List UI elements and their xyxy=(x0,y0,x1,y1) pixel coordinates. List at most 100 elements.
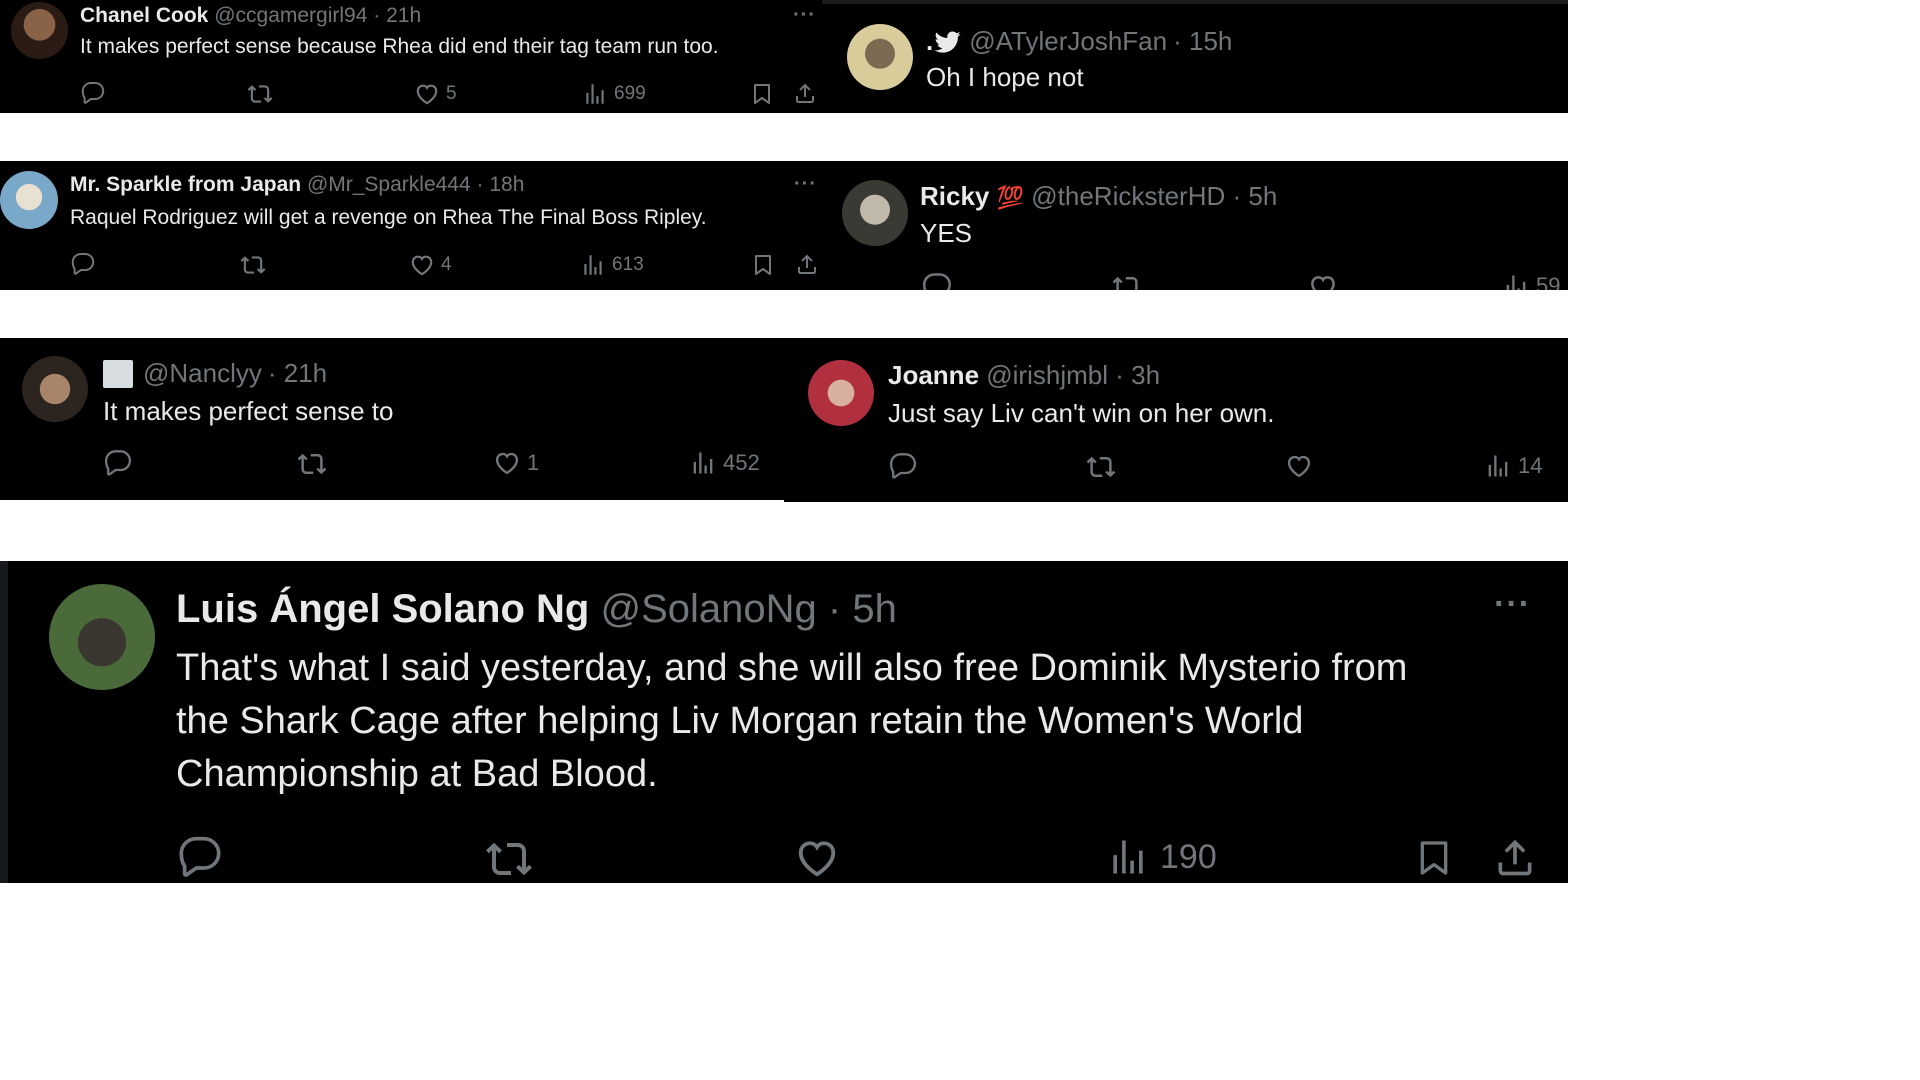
share-button[interactable] xyxy=(1493,835,1537,879)
share-button[interactable] xyxy=(793,81,817,105)
views-button[interactable]: 613 xyxy=(580,252,644,278)
timestamp[interactable]: · 18h xyxy=(477,173,525,196)
reply-button[interactable] xyxy=(889,452,917,480)
avatar[interactable] xyxy=(49,584,155,690)
reply-button[interactable] xyxy=(922,272,952,290)
timestamp[interactable]: · 21h xyxy=(373,4,421,27)
share-icon xyxy=(1493,835,1537,879)
bookmark-icon xyxy=(1414,835,1454,881)
tweet-card-nanclyy: @Nanclyy · 21h It makes perfect sense to… xyxy=(0,338,784,500)
views-button[interactable]: 14 xyxy=(1484,452,1542,480)
like-button[interactable] xyxy=(1308,272,1338,290)
like-button[interactable]: 5 xyxy=(414,81,457,107)
more-icon[interactable]: ··· xyxy=(793,4,816,27)
avatar[interactable] xyxy=(11,2,68,59)
view-count: 59 xyxy=(1536,273,1561,290)
author-handle[interactable]: @Nanclyy xyxy=(143,358,262,389)
author-name[interactable]: Ricky xyxy=(920,181,989,211)
author-name[interactable]: Chanel Cook xyxy=(80,4,208,27)
tweet-card-solanong: Luis Ángel Solano Ng @SolanoNg · 5h ··· … xyxy=(0,561,1568,883)
author-handle[interactable]: @irishjmbl xyxy=(986,360,1108,390)
bookmark-button[interactable] xyxy=(750,81,774,107)
author-name[interactable]: Mr. Sparkle from Japan xyxy=(70,173,301,196)
like-icon xyxy=(794,835,840,881)
avatar[interactable] xyxy=(847,24,913,90)
author-handle[interactable]: @SolanoNg xyxy=(600,587,816,631)
tweet-text-line-3: Championship at Bad Blood. xyxy=(176,753,658,795)
reply-button[interactable] xyxy=(81,81,105,105)
views-button[interactable]: 190 xyxy=(1106,835,1217,879)
retweet-button[interactable] xyxy=(485,835,533,883)
author-handle[interactable]: @ATylerJoshFan xyxy=(969,26,1167,57)
like-button[interactable]: 4 xyxy=(409,252,452,278)
retweet-button[interactable] xyxy=(1086,452,1116,482)
views-button[interactable]: 452 xyxy=(689,449,760,477)
timestamp[interactable]: · 15h xyxy=(1173,26,1232,57)
author-handle[interactable]: @theRicksterHD xyxy=(1031,181,1225,211)
bookmark-icon xyxy=(751,252,775,278)
timestamp[interactable]: · 5h xyxy=(1232,181,1277,211)
retweet-icon xyxy=(1112,272,1142,290)
author-handle[interactable]: @Mr_Sparkle444 xyxy=(307,173,471,196)
view-count: 190 xyxy=(1160,837,1217,876)
tweet-text-line-2: the Shark Cage after helping Liv Morgan … xyxy=(176,700,1304,742)
view-count: 452 xyxy=(723,450,760,475)
retweet-icon xyxy=(240,252,266,278)
views-icon xyxy=(1106,835,1150,879)
view-count: 14 xyxy=(1518,453,1543,478)
timestamp[interactable]: · 3h xyxy=(1115,360,1160,390)
like-count: 4 xyxy=(441,254,452,275)
avatar[interactable] xyxy=(22,356,88,422)
like-icon xyxy=(1285,452,1313,480)
share-button[interactable] xyxy=(795,252,819,276)
views-button[interactable]: 59 xyxy=(1502,272,1560,290)
reply-icon xyxy=(178,835,222,879)
like-button[interactable]: 1 xyxy=(493,449,539,477)
retweet-button[interactable] xyxy=(240,252,266,278)
timestamp[interactable]: · 21h xyxy=(268,358,327,389)
avatar[interactable] xyxy=(0,171,58,229)
like-count: 1 xyxy=(527,450,540,475)
timestamp[interactable]: · 5h xyxy=(828,587,897,631)
more-icon[interactable]: ··· xyxy=(1494,585,1531,624)
reply-button[interactable] xyxy=(104,449,132,477)
tweet-card-ricky: Ricky 💯 @theRicksterHD · 5h YES 59 xyxy=(822,161,1568,290)
tweet-text: YES xyxy=(920,218,973,248)
author-name[interactable]: Luis Ángel Solano Ng xyxy=(176,587,589,631)
more-icon[interactable]: ··· xyxy=(794,173,817,196)
reply-button[interactable] xyxy=(178,835,222,879)
view-count: 699 xyxy=(614,83,646,104)
reply-icon xyxy=(889,452,917,480)
retweet-button[interactable] xyxy=(1112,272,1142,290)
retweet-button[interactable] xyxy=(297,449,327,479)
like-button[interactable] xyxy=(794,835,840,881)
views-icon xyxy=(689,449,717,477)
reply-icon xyxy=(104,449,132,477)
like-icon xyxy=(409,252,435,278)
like-icon xyxy=(414,81,440,107)
like-button[interactable] xyxy=(1285,452,1313,480)
bookmark-button[interactable] xyxy=(751,252,775,278)
tweet-text-line-1: That's what I said yesterday, and she wi… xyxy=(176,647,1408,689)
reply-button[interactable] xyxy=(71,252,95,276)
hundred-emoji: 💯 xyxy=(996,185,1025,210)
view-count: 613 xyxy=(612,254,644,275)
share-icon xyxy=(793,81,817,105)
author-name[interactable]: Joanne xyxy=(888,360,979,390)
reply-icon xyxy=(922,272,952,290)
views-button[interactable]: 699 xyxy=(582,81,646,107)
like-icon xyxy=(1308,272,1338,290)
like-count: 5 xyxy=(446,83,457,104)
tweet-card-joanne: Joanne @irishjmbl · 3h Just say Liv can'… xyxy=(784,338,1568,502)
share-icon xyxy=(795,252,819,276)
tweet-text: Just say Liv can't win on her own. xyxy=(888,398,1275,428)
avatar[interactable] xyxy=(808,360,874,426)
avatar[interactable] xyxy=(842,180,908,246)
views-icon xyxy=(1502,272,1530,290)
author-name[interactable]: . xyxy=(926,26,933,57)
retweet-button[interactable] xyxy=(247,81,273,107)
retweet-icon xyxy=(485,835,533,883)
author-handle[interactable]: @ccgamergirl94 xyxy=(214,4,367,27)
retweet-icon xyxy=(247,81,273,107)
bookmark-button[interactable] xyxy=(1414,835,1454,881)
